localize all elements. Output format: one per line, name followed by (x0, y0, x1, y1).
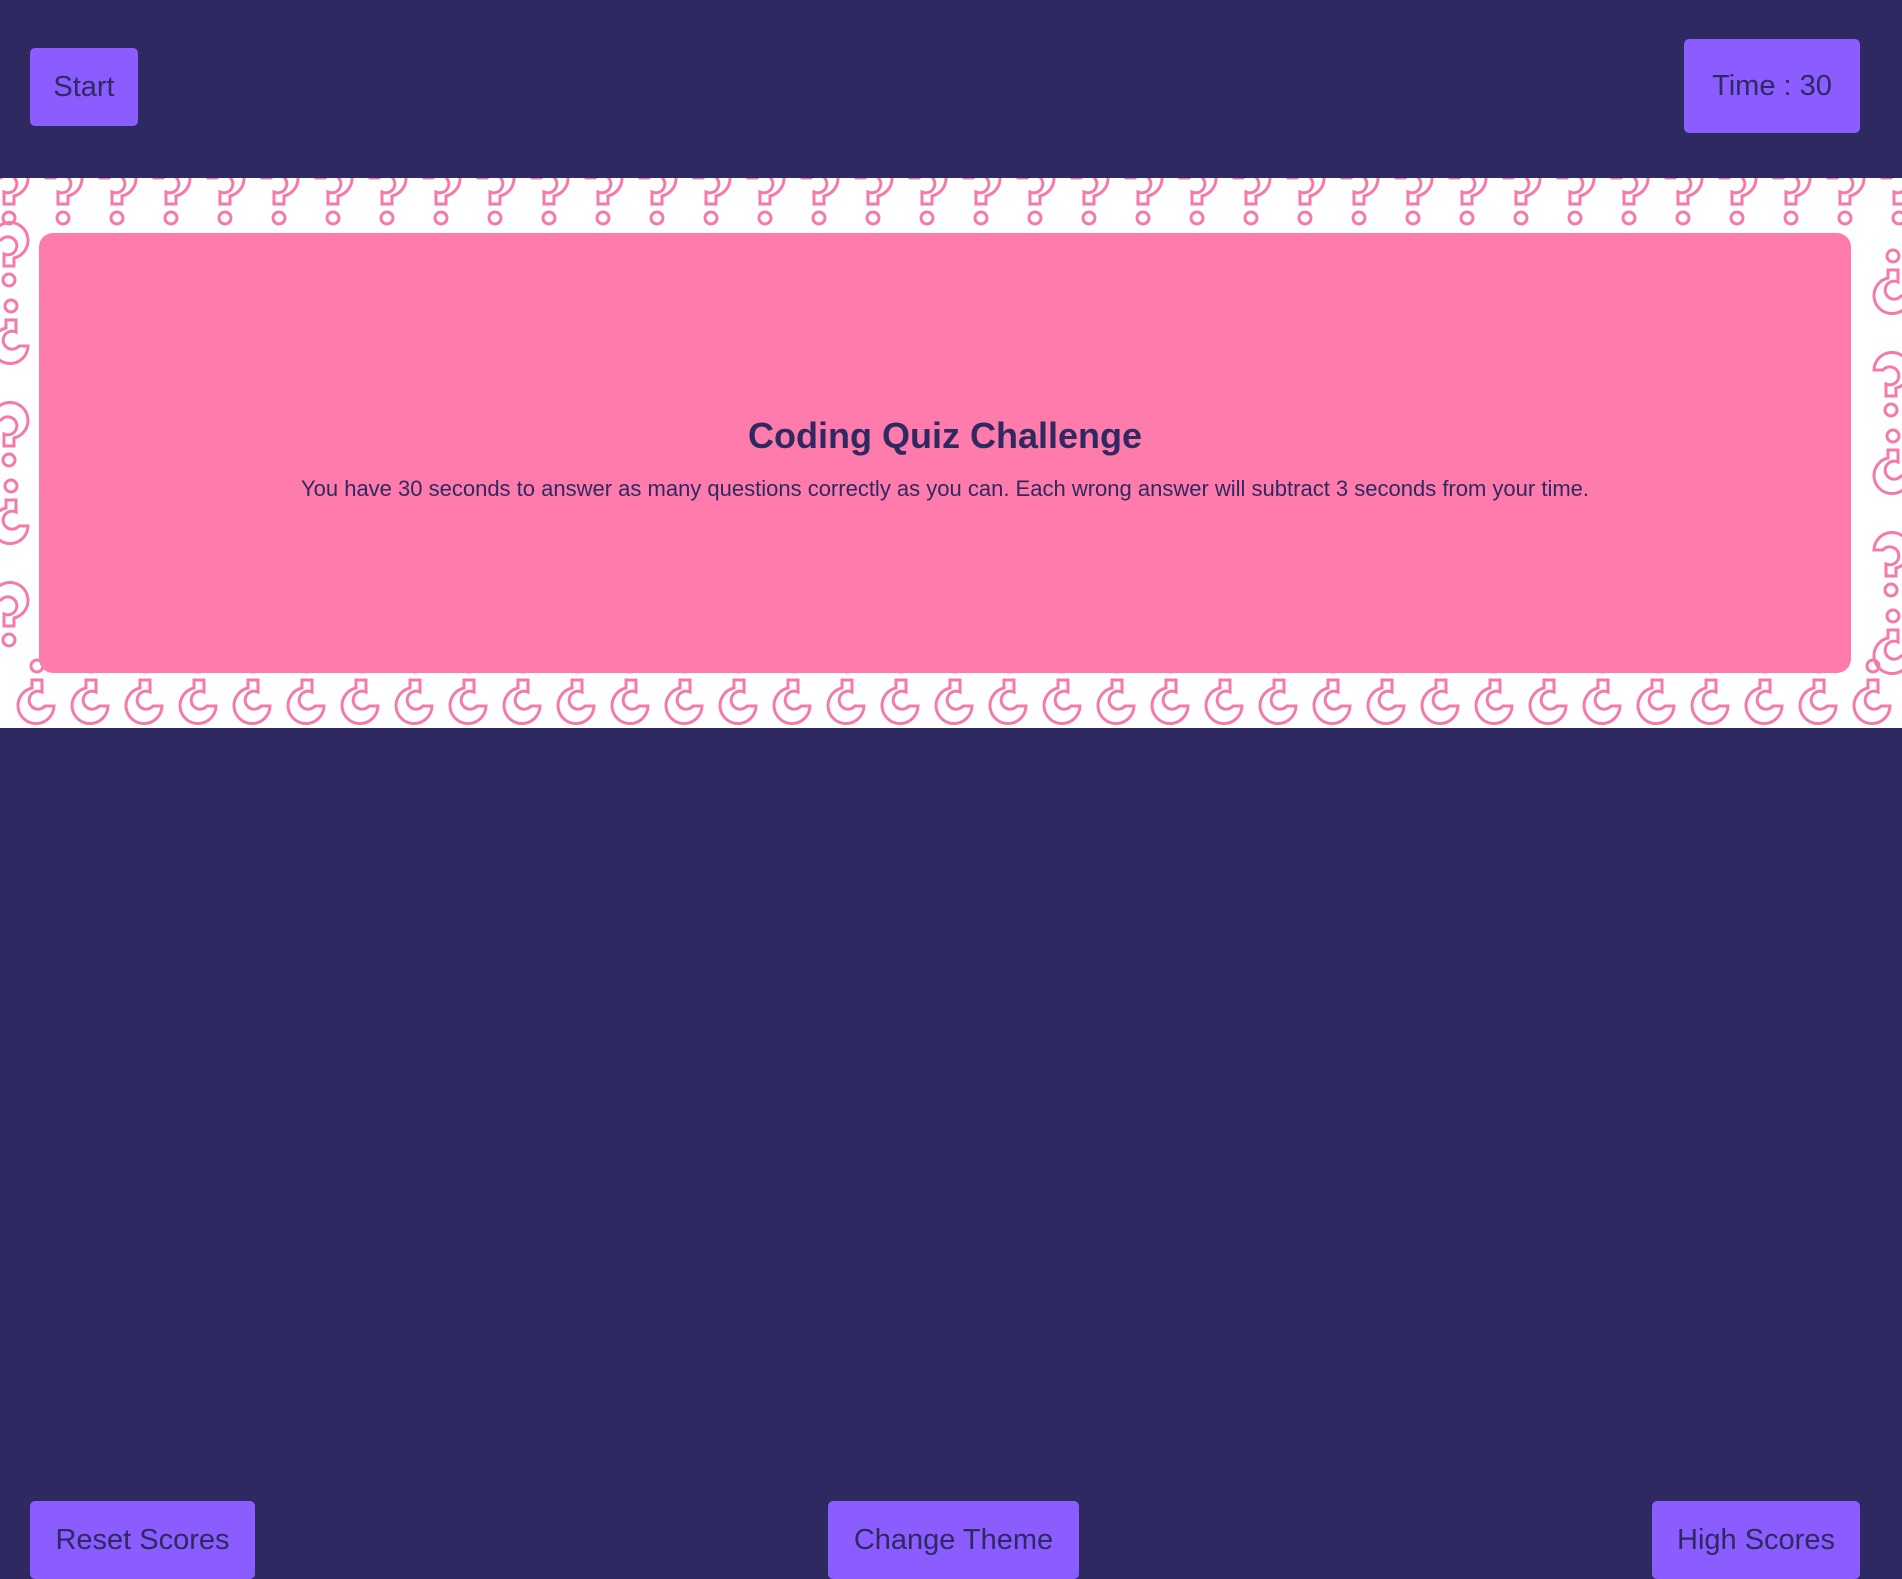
header-bar: Start Time : 30 (0, 0, 1902, 178)
quiz-title: Coding Quiz Challenge (748, 415, 1142, 456)
quiz-description: You have 30 seconds to answer as many qu… (300, 476, 1590, 501)
high-scores-button[interactable]: High Scores (1652, 1501, 1860, 1579)
start-button[interactable]: Start (30, 48, 138, 126)
timer-display[interactable]: Time : 30 (1684, 39, 1860, 133)
reset-scores-button[interactable]: Reset Scores (30, 1501, 255, 1579)
footer-bar: Reset Scores Change Theme High Scores (0, 728, 1902, 1579)
change-theme-button[interactable]: Change Theme (828, 1501, 1079, 1579)
quiz-intro-card: Coding Quiz Challenge You have 30 second… (39, 233, 1851, 673)
